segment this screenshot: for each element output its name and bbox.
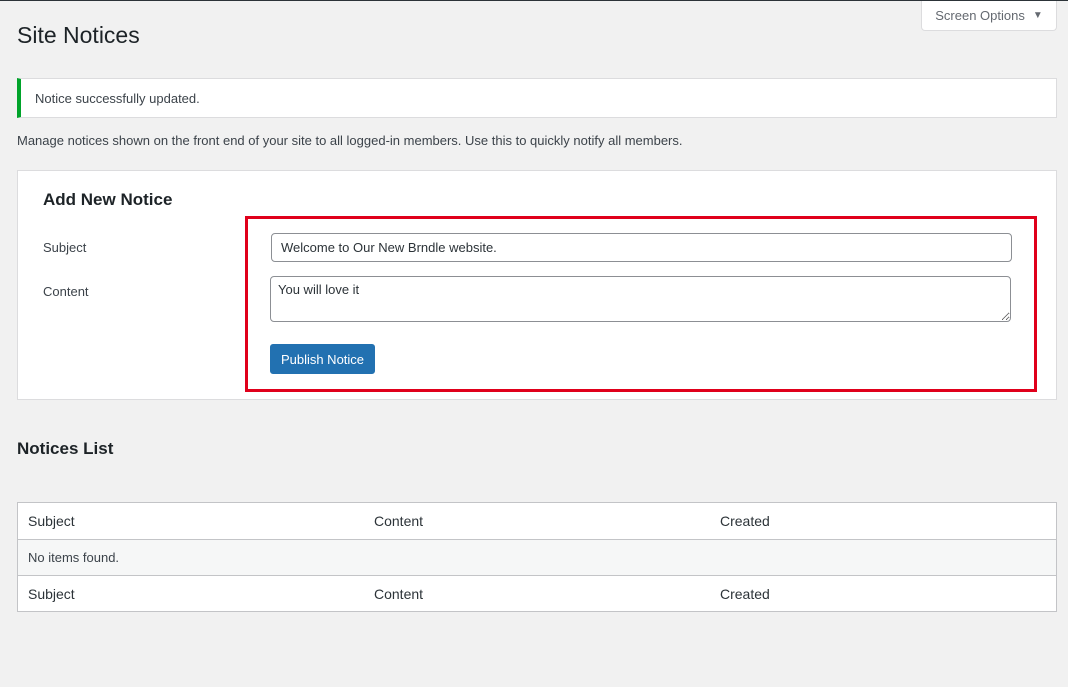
column-footer-content[interactable]: Content [364,586,710,602]
publish-notice-button[interactable]: Publish Notice [270,344,375,374]
success-notice: Notice successfully updated. [17,78,1057,118]
page-description: Manage notices shown on the front end of… [17,133,683,148]
add-notice-title: Add New Notice [43,190,173,209]
table-footer-row: Subject Content Created [18,575,1056,611]
empty-message: No items found. [28,550,120,565]
subject-label: Subject [43,240,87,255]
page-title: Site Notices [17,22,140,48]
column-header-content[interactable]: Content [364,513,710,529]
column-footer-subject[interactable]: Subject [18,586,364,602]
notice-message: Notice successfully updated. [35,90,200,106]
subject-input[interactable] [271,233,1012,262]
table-row: No items found. [18,539,1056,575]
screen-options-button[interactable]: Screen Options ▼ [921,1,1057,31]
notices-table: Subject Content Created No items found. … [17,502,1057,612]
content-label: Content [43,284,89,299]
column-header-subject[interactable]: Subject [18,513,364,529]
screen-options-label: Screen Options [935,8,1025,23]
column-footer-created[interactable]: Created [710,586,1056,602]
admin-bar-edge [0,0,1068,1]
table-header-row: Subject Content Created [18,503,1056,539]
column-header-created[interactable]: Created [710,513,1056,529]
notices-list-title: Notices List [17,439,114,458]
caret-down-icon: ▼ [1032,10,1043,21]
content-textarea[interactable]: You will love it [270,276,1011,322]
